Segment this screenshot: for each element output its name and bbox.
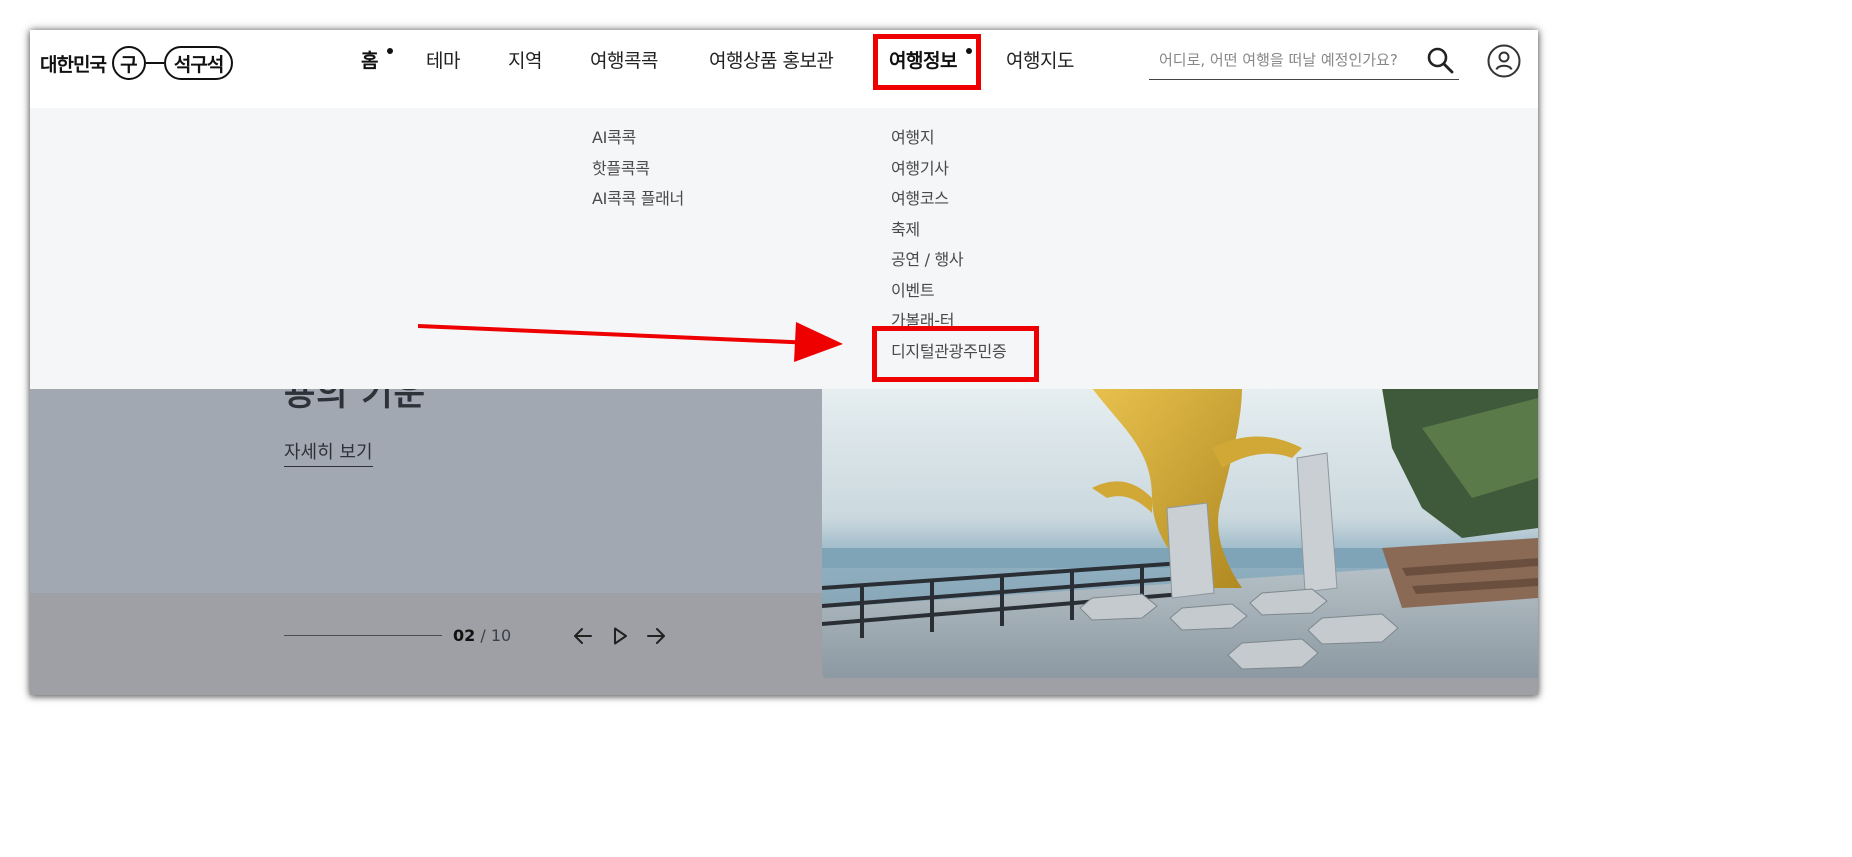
dropdown-column-travel-kokkok: AI콕콕 핫플콕콕 AI콕콕 플래너 xyxy=(592,126,684,218)
play-icon xyxy=(614,627,627,645)
slide-progress-bar xyxy=(284,635,442,636)
dropdown-item-travel-articles[interactable]: 여행기사 xyxy=(891,157,1006,188)
arrow-right-icon xyxy=(647,628,665,644)
nav-item-product-promo[interactable]: 여행상품 홍보관 xyxy=(709,46,834,76)
dropdown-item-ai-planner[interactable]: AI콕콕 플래너 xyxy=(592,187,684,218)
nav-item-home[interactable]: 홈 xyxy=(361,46,378,76)
nav-item-travel-map[interactable]: 여행지도 xyxy=(1006,46,1074,76)
current-slide-number: 02 xyxy=(453,626,476,645)
play-slide-button[interactable] xyxy=(608,624,632,648)
highlight-digital-resident-card xyxy=(872,326,1039,382)
user-icon[interactable] xyxy=(1487,44,1521,78)
arrow-left-icon xyxy=(574,628,592,644)
dropdown-item-performances[interactable]: 공연 / 행사 xyxy=(891,248,1006,279)
hero-detail-link[interactable]: 자세히 보기 xyxy=(284,438,373,467)
slide-separator: / xyxy=(480,626,486,645)
nav-item-region[interactable]: 지역 xyxy=(508,46,542,76)
search-input[interactable] xyxy=(1159,48,1421,72)
dropdown-item-festivals[interactable]: 축제 xyxy=(891,218,1006,249)
logo-circle-glyph: 구 xyxy=(111,46,146,80)
logo-text: 대한민국 xyxy=(40,53,107,76)
browser-frame: 용의 기운 자세히 보기 02 / 10 대한민국 구 석구석 홈 테마 지역 … xyxy=(30,30,1538,695)
site-header: 대한민국 구 석구석 홈 테마 지역 여행콕콕 여행상품 홍보관 여행정보 여행… xyxy=(30,30,1538,108)
hero-photo-dragon-statue xyxy=(822,388,1538,678)
next-slide-button[interactable] xyxy=(644,624,668,648)
dropdown-item-hotple-kokkok[interactable]: 핫플콕콕 xyxy=(592,157,684,188)
dropdown-item-travel-courses[interactable]: 여행코스 xyxy=(891,187,1006,218)
search-icon[interactable] xyxy=(1425,45,1455,75)
nav-home-dot xyxy=(387,48,393,54)
dropdown-item-destinations[interactable]: 여행지 xyxy=(891,126,1006,157)
nav-item-travel-kokkok[interactable]: 여행콕콕 xyxy=(590,46,658,76)
nav-item-theme[interactable]: 테마 xyxy=(426,46,460,76)
highlight-travel-info xyxy=(873,34,981,90)
red-arrow-annotation xyxy=(418,322,843,362)
slide-counter: 02 / 10 xyxy=(453,626,511,645)
site-logo[interactable]: 대한민국 구 석구석 xyxy=(40,44,234,82)
logo-pill-glyph: 석구석 xyxy=(163,46,234,80)
total-slide-number: 10 xyxy=(490,626,512,645)
logo-connector xyxy=(145,62,164,64)
search-bar xyxy=(1149,42,1459,80)
dragon-statue-image xyxy=(822,388,1538,678)
dropdown-item-events[interactable]: 이벤트 xyxy=(891,279,1006,310)
dropdown-item-ai-kokkok[interactable]: AI콕콕 xyxy=(592,126,684,157)
prev-slide-button[interactable] xyxy=(571,624,595,648)
